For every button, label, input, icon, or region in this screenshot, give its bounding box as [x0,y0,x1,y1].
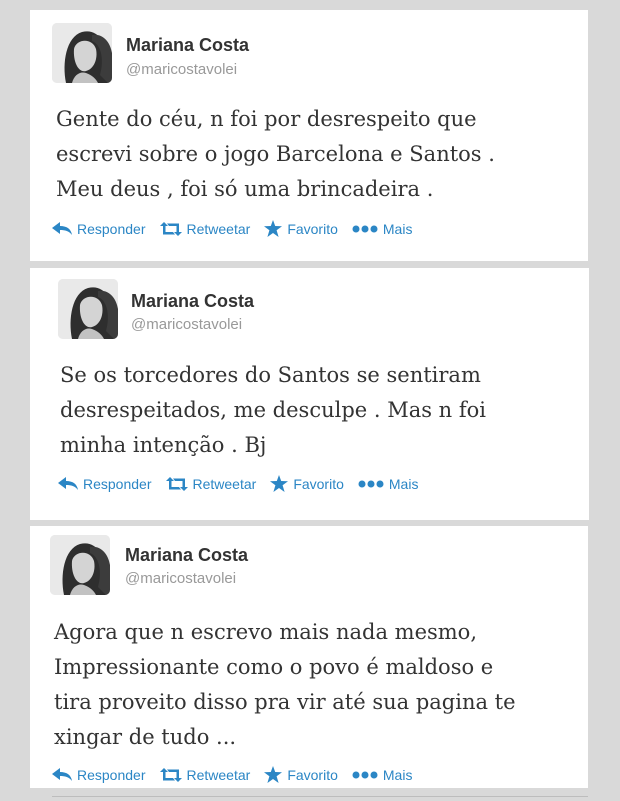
avatar[interactable] [52,23,112,83]
favorite-label: Favorito [293,475,344,492]
tweet-text-line: Se os torcedores do Santos se sentiram [60,363,481,387]
tweet-actions: Responder Retweetar Favorito Mais [52,220,426,237]
tweet-text: Gente do céu, n foi por desrespeito que … [56,102,576,207]
author-handle[interactable]: @maricostavolei [131,316,242,333]
retweet-icon [165,476,188,491]
retweet-icon [159,767,182,782]
more-dots-icon [352,225,378,232]
divider [52,796,588,797]
more-label: Mais [388,475,419,492]
avatar[interactable] [58,279,118,339]
tweet-text: Agora que n escrevo mais nada mesmo, Imp… [54,615,574,755]
retweet-icon [159,221,182,236]
author-name[interactable]: Mariana Costa [126,35,249,56]
tweet-text-line: Agora que n escrevo mais nada mesmo, [54,620,478,644]
retweet-button[interactable]: Retweetar [159,766,251,783]
retweet-button[interactable]: Retweetar [165,475,257,492]
tweet-text-line: escrevi sobre o jogo Barcelona e Santos … [56,142,495,166]
more-button[interactable]: Mais [352,766,413,783]
tweet-text-line: Meu deus , foi só uma brincadeira . [56,177,434,201]
tweet-text: Se os torcedores do Santos se sentiram d… [60,358,580,463]
tweet-card: Mariana Costa @maricostavolei Gente do c… [30,10,588,261]
star-icon [264,766,283,783]
favorite-label: Favorito [287,766,338,783]
more-button[interactable]: Mais [358,475,419,492]
reply-label: Responder [77,220,146,237]
tweet-text-line: minha intenção . Bj [60,433,267,457]
retweet-label: Retweetar [186,220,251,237]
author-name[interactable]: Mariana Costa [131,291,254,312]
reply-button[interactable]: Responder [52,221,146,237]
reply-label: Responder [77,766,146,783]
reply-arrow-icon [58,476,78,490]
retweet-label: Retweetar [186,766,251,783]
tweet-text-line: xingar de tudo ... [54,725,237,749]
star-icon [270,475,289,492]
retweet-button[interactable]: Retweetar [159,220,251,237]
reply-arrow-icon [52,767,72,781]
tweet-actions: Responder Retweetar Favorito Mais [52,766,426,783]
tweet-text-line: desrespeitados, me desculpe . Mas n foi [60,398,487,422]
star-icon [264,220,283,237]
more-button[interactable]: Mais [352,220,413,237]
tweet-text-line: Gente do céu, n foi por desrespeito que [56,107,477,131]
favorite-label: Favorito [287,220,338,237]
author-name[interactable]: Mariana Costa [125,545,248,566]
author-handle[interactable]: @maricostavolei [126,61,237,78]
author-handle[interactable]: @maricostavolei [125,570,236,587]
favorite-button[interactable]: Favorito [270,475,344,492]
tweet-text-line: Impressionante como o povo é maldoso e [54,655,494,679]
more-label: Mais [382,220,413,237]
tweet-text-line: tira proveito disso pra vir até sua pagi… [54,690,516,714]
reply-arrow-icon [52,221,72,235]
reply-label: Responder [83,475,152,492]
tweet-actions: Responder Retweetar Favorito Mais [58,475,432,492]
avatar[interactable] [50,535,110,595]
tweet-card: Mariana Costa @maricostavolei Se os torc… [30,268,589,520]
retweet-label: Retweetar [192,475,257,492]
tweet-card: Mariana Costa @maricostavolei Agora que … [30,526,588,788]
reply-button[interactable]: Responder [52,767,146,783]
more-label: Mais [382,766,413,783]
more-dots-icon [352,771,378,778]
more-dots-icon [358,480,384,487]
favorite-button[interactable]: Favorito [264,766,338,783]
favorite-button[interactable]: Favorito [264,220,338,237]
reply-button[interactable]: Responder [58,476,152,492]
